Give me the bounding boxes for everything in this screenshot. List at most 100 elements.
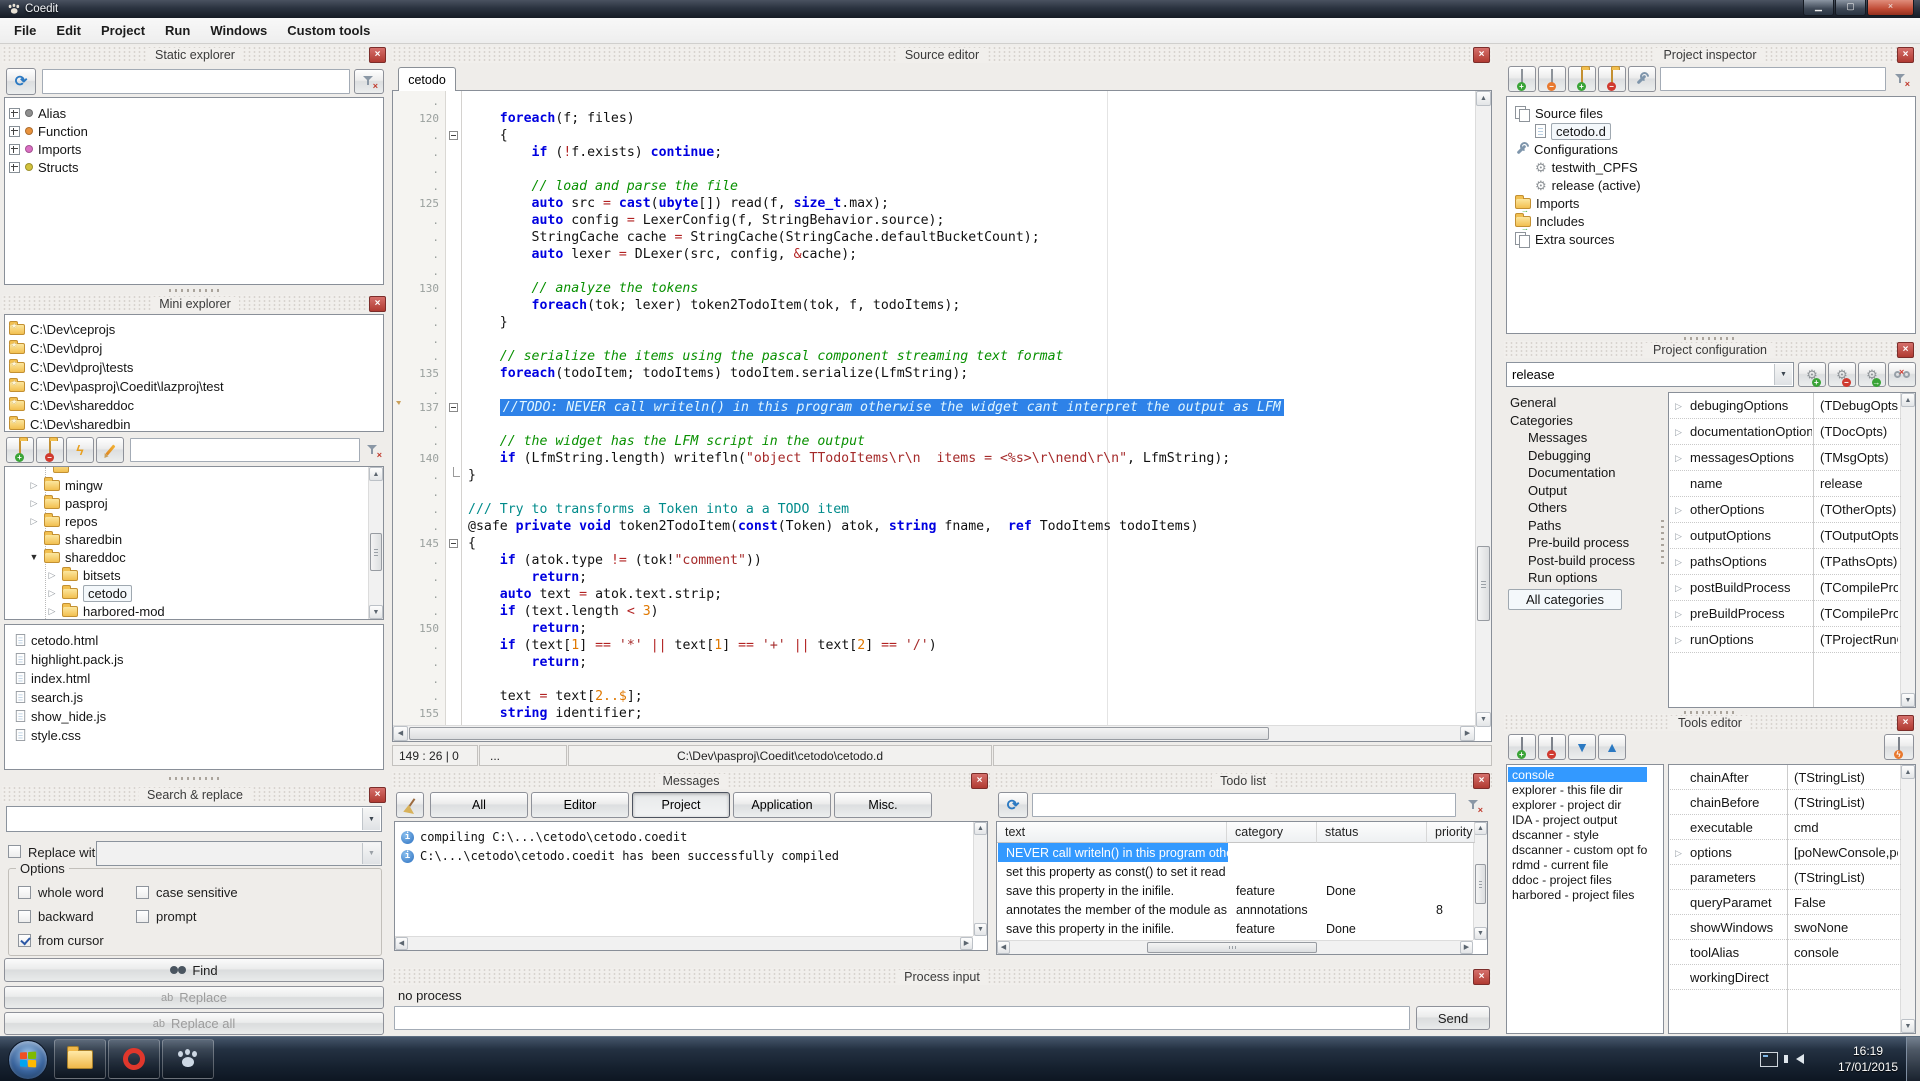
- config-property-row[interactable]: ▷debugingOptions(TDebugOpts): [1670, 393, 1901, 419]
- code-line[interactable]: .: [393, 93, 1475, 110]
- config-category-post-build-process[interactable]: Post-build process: [1528, 552, 1635, 569]
- replace-term-combo[interactable]: ▼: [96, 841, 382, 866]
- scroll-down-icon[interactable]: ▼: [1476, 712, 1491, 727]
- messages-vertical-scrollbar[interactable]: ▲ ▼: [973, 822, 987, 936]
- code-line[interactable]: . text = text[2..$];: [393, 688, 1475, 705]
- configuration-select[interactable]: release▼: [1506, 362, 1794, 387]
- tree-item-harbored-mod[interactable]: ▷harbored-mod: [47, 602, 379, 620]
- scroll-right-icon[interactable]: ▶: [1460, 726, 1475, 741]
- code-line[interactable]: . if (!f.exists) continue;: [393, 144, 1475, 161]
- code-line[interactable]: . return;: [393, 569, 1475, 586]
- config-category-messages[interactable]: Messages: [1528, 429, 1587, 446]
- expand-icon[interactable]: ▷: [1675, 848, 1682, 859]
- tree-item-repos[interactable]: ▷repos: [29, 512, 379, 530]
- tool-remove-button[interactable]: −: [1538, 734, 1566, 760]
- process-input-field[interactable]: [394, 1006, 1410, 1030]
- todo-row[interactable]: set this property as const() to set it r…: [998, 862, 1474, 881]
- todo-row[interactable]: annotates the member of the module as @s…: [998, 900, 1474, 919]
- chevron-down-icon[interactable]: ▼: [1774, 364, 1792, 385]
- editor-horizontal-scrollbar[interactable]: ◀ ▶: [393, 725, 1475, 741]
- tree-item-sharedbin[interactable]: sharedbin: [29, 530, 379, 548]
- inspector-item-testwith-cpfs[interactable]: ⚙testwith_CPFS: [1535, 158, 1911, 176]
- checkbox-case-sensitive[interactable]: [136, 886, 149, 899]
- menu-windows[interactable]: Windows: [200, 19, 277, 42]
- splitter[interactable]: [1660, 520, 1665, 566]
- close-icon[interactable]: ×: [369, 296, 386, 312]
- tools-list[interactable]: consoleexplorer - this file direxplorer …: [1506, 764, 1664, 1034]
- config-category-general[interactable]: General: [1510, 394, 1556, 411]
- todo-table[interactable]: ▲ ▼ ◀ ▶ textcategorystatuspriorityNEVER …: [996, 821, 1488, 955]
- rename-button[interactable]: [96, 437, 124, 463]
- favorite-folder[interactable]: ★C:\Dev\shareddoc: [9, 396, 379, 414]
- static-explorer-filter-input[interactable]: [42, 69, 350, 94]
- tree-item-shareddoc[interactable]: ▼shareddoc: [29, 548, 379, 566]
- tool-property-grid[interactable]: ▲ ▼ chainAfter(TStringList)chainBefore(T…: [1668, 764, 1916, 1034]
- close-button[interactable]: ×: [1867, 0, 1914, 16]
- mini-explorer-files[interactable]: cetodo.htmlhighlight.pack.jsindex.htmlse…: [4, 624, 384, 770]
- checkbox-whole-word[interactable]: [18, 886, 31, 899]
- code-line[interactable]: .: [393, 331, 1475, 348]
- checkbox-from-cursor[interactable]: [18, 934, 31, 947]
- scrollbar-thumb[interactable]: [1475, 864, 1486, 904]
- config-add-button[interactable]: ⚙+: [1798, 362, 1826, 387]
- code-line[interactable]: .}: [393, 467, 1475, 484]
- tool-item-ddoc-project-files[interactable]: ddoc - project files: [1508, 872, 1647, 887]
- code-line[interactable]: .: [393, 161, 1475, 178]
- tool-property-row[interactable]: showWindowsswoNone: [1670, 915, 1901, 940]
- fold-marker-icon[interactable]: [449, 539, 458, 548]
- messages-tab-all[interactable]: All: [430, 792, 528, 818]
- scrollbar-thumb[interactable]: [370, 533, 382, 571]
- favorite-remove-button[interactable]: −: [36, 437, 64, 463]
- inspector-item-release-active[interactable]: ⚙release (active): [1535, 176, 1911, 194]
- find-button[interactable]: Find: [4, 958, 384, 982]
- replace-button[interactable]: abReplace: [4, 986, 384, 1009]
- tree-vertical-scrollbar[interactable]: ▲▼: [368, 467, 383, 619]
- titlebar[interactable]: Coedit ▁ ▢ ×: [0, 0, 1920, 18]
- inspector-item-extra-sources[interactable]: Extra sources: [1515, 230, 1911, 248]
- close-icon[interactable]: ×: [369, 47, 386, 63]
- chevron-down-icon[interactable]: ▼: [362, 808, 380, 830]
- messages-tab-editor[interactable]: Editor: [531, 792, 629, 818]
- close-icon[interactable]: ×: [1473, 773, 1490, 789]
- inspector-item-includes[interactable]: →Includes: [1515, 212, 1911, 230]
- expand-icon[interactable]: [9, 162, 20, 173]
- tool-item-dscanner-style[interactable]: dscanner - style: [1508, 827, 1647, 842]
- tree-item-cetodo[interactable]: ▷cetodo: [47, 584, 379, 602]
- add-folder-button[interactable]: +: [1568, 66, 1596, 92]
- remove-source-button[interactable]: −: [1538, 66, 1566, 92]
- menu-file[interactable]: File: [4, 19, 46, 42]
- code-line[interactable]: ./// Try to transforms a Token into a a …: [393, 501, 1475, 518]
- todo-row[interactable]: save this property in the inifile.featur…: [998, 881, 1474, 900]
- config-property-row[interactable]: ▷messagesOptions(TMsgOpts): [1670, 445, 1901, 471]
- code-line[interactable]: . if (text.length < 3): [393, 603, 1475, 620]
- code-line[interactable]: . foreach(tok; lexer) token2TodoItem(tok…: [393, 297, 1475, 314]
- code-line[interactable]: 155 string identifier;: [393, 705, 1475, 722]
- menu-run[interactable]: Run: [155, 19, 200, 42]
- tool-property-row[interactable]: workingDirect: [1670, 965, 1901, 990]
- code-line[interactable]: 130 // analyze the tokens: [393, 280, 1475, 297]
- menu-custom-tools[interactable]: Custom tools: [277, 19, 380, 42]
- code-line[interactable]: . // serialize the items using the pasca…: [393, 348, 1475, 365]
- expand-icon[interactable]: ▷: [1675, 531, 1682, 542]
- code-line[interactable]: .: [393, 263, 1475, 280]
- config-property-row[interactable]: namerelease: [1670, 471, 1901, 497]
- inspector-filter-button[interactable]: ×: [1888, 67, 1914, 91]
- inspector-item-source-files[interactable]: Source files: [1515, 104, 1911, 122]
- mini-explorer-filter-button[interactable]: ×: [362, 438, 384, 462]
- inspector-item-imports[interactable]: →Imports: [1515, 194, 1911, 212]
- code-line[interactable]: . {: [393, 127, 1475, 144]
- config-category-output[interactable]: Output: [1528, 482, 1567, 499]
- todo-row[interactable]: NEVER call writeln() in this program oth…: [998, 843, 1474, 862]
- code-line[interactable]: . if (text[1] == '*' || text[1] == '+' |…: [393, 637, 1475, 654]
- tree-item-mingw[interactable]: ▷mingw: [29, 476, 379, 494]
- checkbox-backward[interactable]: [18, 910, 31, 923]
- static-explorer-tree[interactable]: AliasFunctionImportsStructs: [4, 97, 384, 285]
- code-line[interactable]: 145{: [393, 535, 1475, 552]
- tree-item-alias[interactable]: Alias: [9, 104, 379, 122]
- tool-property-row[interactable]: ▷options[poNewConsole,poNew: [1670, 840, 1901, 865]
- tool-run-button[interactable]: ϟ: [1884, 734, 1914, 760]
- minimize-button[interactable]: ▁: [1803, 0, 1834, 16]
- code-line[interactable]: . }: [393, 314, 1475, 331]
- favorite-folder[interactable]: ★C:\Dev\pasproj\Coedit\lazproj\test: [9, 377, 379, 395]
- expand-icon[interactable]: ▷: [1675, 401, 1682, 412]
